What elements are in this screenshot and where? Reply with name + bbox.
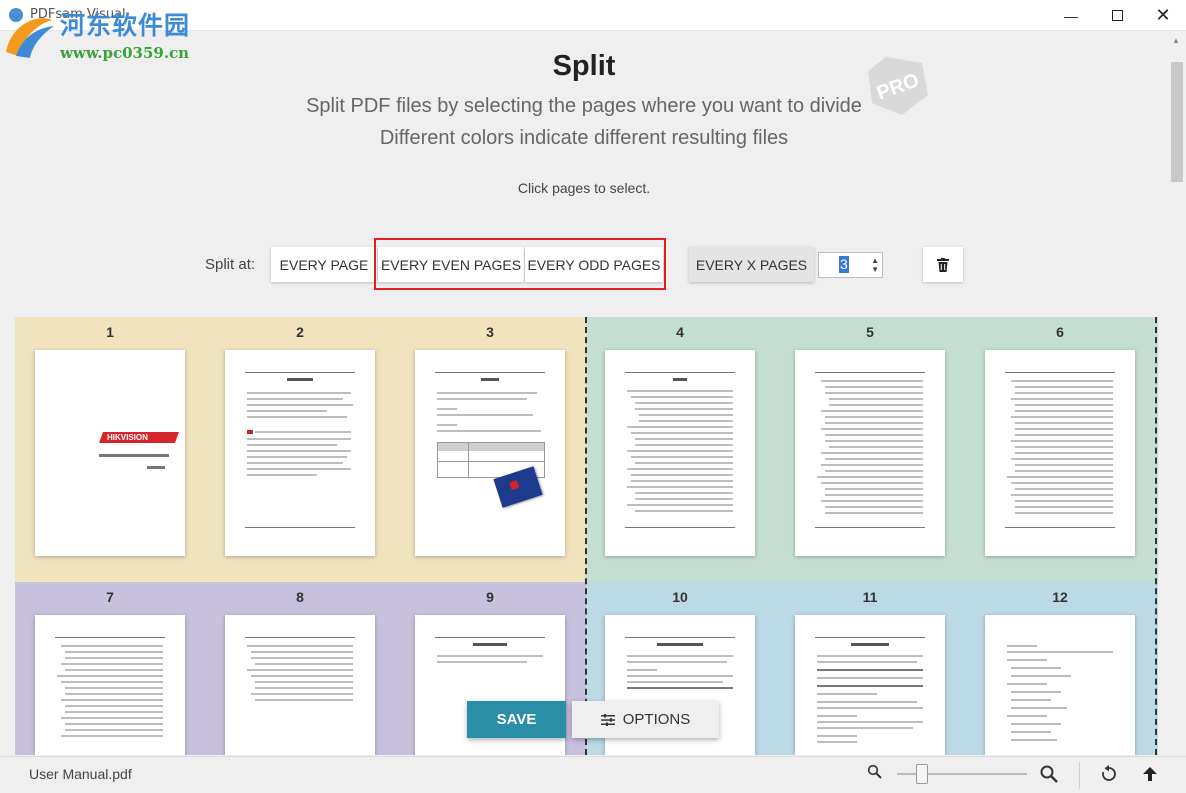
page-number: 12 [1052,589,1068,605]
page-number: 2 [296,324,304,340]
page-number: 6 [1056,324,1064,340]
page-thumbnail-8[interactable] [225,615,375,755]
sliders-icon [600,713,615,726]
page-thumbnail-12[interactable] [985,615,1135,755]
every-x-pages-button[interactable]: EVERY X PAGES [689,247,814,282]
maximize-button[interactable] [1094,0,1140,31]
chevron-down-icon[interactable]: ▼ [871,266,879,274]
arrow-up-icon[interactable] [1141,765,1159,783]
x-pages-stepper[interactable]: 3 ▲ ▼ [818,252,883,278]
clear-selection-button[interactable] [923,247,963,282]
page-thumbnail-7[interactable] [35,615,185,755]
scroll-up-icon[interactable]: ▲ [1172,36,1180,45]
scrollbar-thumb[interactable] [1171,62,1183,182]
close-button[interactable]: ✕ [1140,0,1186,31]
x-pages-value[interactable]: 3 [839,256,849,273]
split-marker [585,317,587,755]
page-thumbnail-3[interactable] [415,350,565,556]
cover-brand: HIKVISION [107,433,148,442]
every-page-button[interactable]: EVERY PAGE [271,247,377,282]
watermark-name: 河东软件园 [60,11,191,40]
trash-icon [937,257,949,272]
options-label: OPTIONS [622,711,691,728]
minimize-icon: — [1064,7,1078,24]
zoom-out-icon[interactable] [867,764,883,780]
split-at-label: Split at: [205,256,256,273]
save-button[interactable]: SAVE [467,701,566,738]
page-title: Split [552,50,616,82]
page-number: 7 [106,589,114,605]
page-number: 8 [296,589,304,605]
page-number: 1 [106,324,114,340]
file-name: User Manual.pdf [29,766,132,782]
maximize-icon [1111,10,1123,21]
page-number: 10 [672,589,688,605]
page-thumbnail-5[interactable] [795,350,945,556]
page-thumbnail-1[interactable]: HIKVISION [35,350,185,556]
close-icon: ✕ [1155,5,1171,25]
minimize-button[interactable]: — [1048,0,1094,31]
page-thumbnail-11[interactable] [795,615,945,755]
zoom-slider-thumb[interactable] [916,764,928,784]
rotate-icon[interactable] [1100,765,1118,783]
selection-hint: Click pages to select. [517,180,651,196]
page-thumbnail-2[interactable] [225,350,375,556]
page-subtitle-colors: Different colors indicate different resu… [379,127,789,149]
page-thumbnail-4[interactable] [605,350,755,556]
pro-badge: PRO [868,57,928,115]
page-number: 4 [676,324,684,340]
page-grid: 1 HIKVISION 2 3 4 5 6 7 8 9 10 11 12 [15,317,1158,755]
page-subtitle: Split PDF files by selecting the pages w… [306,95,862,117]
page-number: 11 [862,589,878,605]
options-button[interactable]: OPTIONS [572,701,719,738]
status-bar: User Manual.pdf [0,756,1186,793]
page-number: 3 [486,324,494,340]
highlight-frame [374,238,666,290]
page-thumbnail-6[interactable] [985,350,1135,556]
split-marker [1155,317,1157,755]
zoom-in-icon[interactable] [1039,764,1059,784]
separator [1079,762,1080,789]
chevron-up-icon[interactable]: ▲ [871,257,879,265]
page-number: 5 [866,324,874,340]
page-number: 9 [486,589,494,605]
